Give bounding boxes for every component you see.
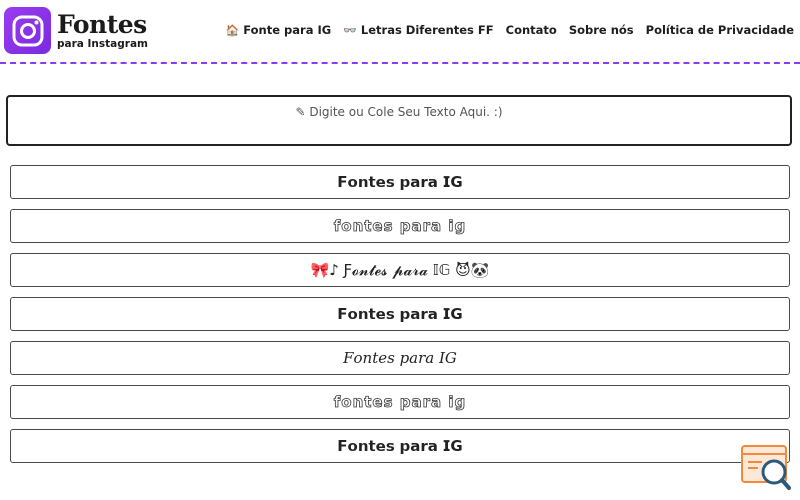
nav-label: Letras Diferentes FF	[360, 23, 494, 37]
font-result-row[interactable]: 𝗙𝗼𝗻𝘁𝗲𝘀 𝗽𝗮𝗿𝗮 𝗜𝗚	[10, 429, 790, 463]
font-result-row[interactable]: fontes para ig	[10, 209, 790, 243]
glasses-icon: 👓	[343, 23, 357, 37]
site-header: Fontes para Instagram 🏠 Fonte para IG 👓 …	[0, 0, 800, 62]
logo-subtitle: para Instagram	[57, 37, 148, 50]
nav-fonte-para-ig[interactable]: 🏠 Fonte para IG	[226, 23, 332, 37]
font-result-row[interactable]: 𝗙𝗼𝗻𝘁𝗲𝘀 𝗽𝗮𝗿𝗮 𝗜𝗚	[10, 297, 790, 331]
nav-contato[interactable]: Contato	[506, 23, 557, 37]
main-nav: 🏠 Fonte para IG 👓 Letras Diferentes FF C…	[226, 23, 794, 37]
nav-label: Política de Privacidade	[645, 23, 794, 37]
font-result-row[interactable]: fontes para ig	[10, 385, 790, 419]
nav-label: Contato	[505, 23, 557, 37]
home-icon: 🏠	[225, 23, 240, 37]
font-result-row[interactable]: F𝑜𝑛𝑡e𝑠 𝑝𝑎𝑟𝑎 I𝐺	[10, 341, 790, 375]
font-result-row[interactable]: 🎀♪ Ƒ𝓸𝓷𝓽𝓮𝓼 𝓹𝓪𝓻𝓪 𝕀𝔾 😈🐼	[10, 253, 790, 287]
nav-letras-diferentes-ff[interactable]: 👓 Letras Diferentes FF	[343, 23, 493, 37]
nav-sobre-nos[interactable]: Sobre nós	[569, 23, 634, 37]
text-input-placeholder: ✎ Digite ou Cole Seu Texto Aqui. :)	[295, 105, 503, 119]
site-logo[interactable]: Fontes para Instagram	[4, 7, 148, 54]
header-divider	[0, 62, 800, 64]
nav-politica-de-privacidade[interactable]: Política de Privacidade	[646, 23, 794, 37]
text-input[interactable]: ✎ Digite ou Cole Seu Texto Aqui. :)	[6, 95, 792, 146]
instagram-logo-icon	[4, 7, 51, 54]
font-results-list: 𝗙𝗼𝗻𝘁𝗲𝘀 𝗽𝗮𝗿𝗮 𝗜𝗚 fontes para ig 🎀♪ Ƒ𝓸𝓷𝓽𝓮𝓼 …	[10, 165, 790, 473]
font-result-row[interactable]: 𝗙𝗼𝗻𝘁𝗲𝘀 𝗽𝗮𝗿𝗮 𝗜𝗚	[10, 165, 790, 199]
logo-title: Fontes	[57, 9, 147, 39]
search-widget-icon[interactable]	[740, 444, 792, 492]
nav-label: Fonte para IG	[243, 23, 332, 37]
nav-label: Sobre nós	[568, 23, 634, 37]
